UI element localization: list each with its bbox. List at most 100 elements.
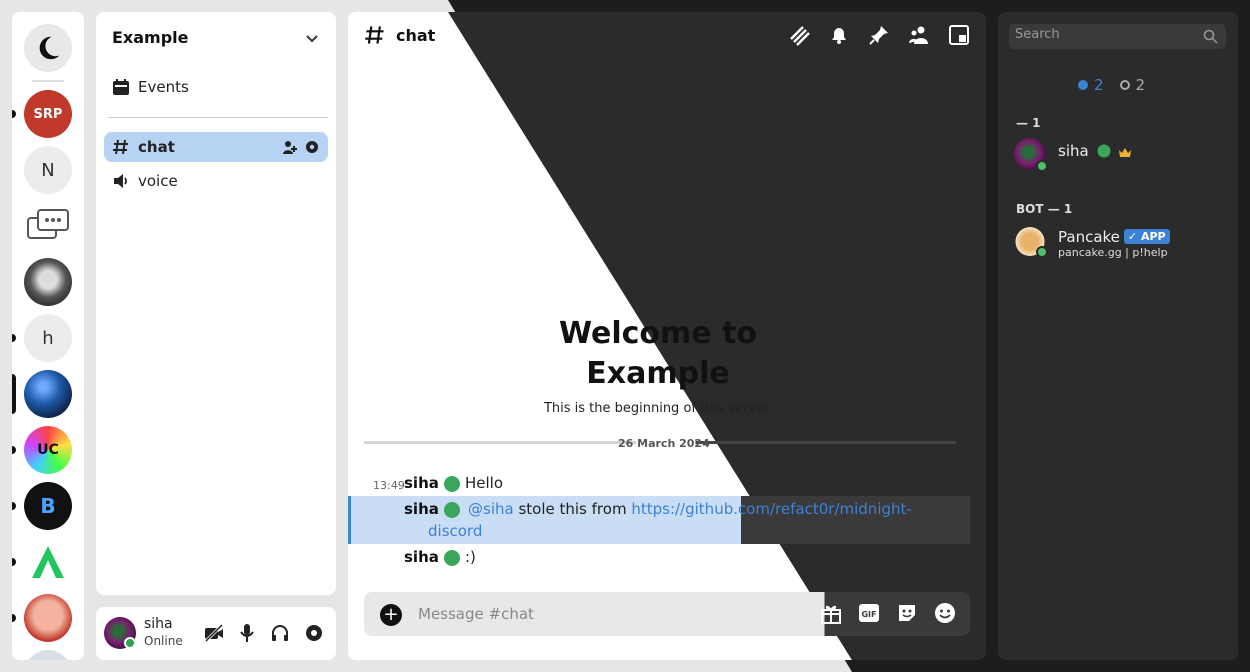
server-h[interactable]: h [24,314,72,362]
svg-text:GIF: GIF [861,610,876,619]
server-chat-bubbles[interactable] [24,202,72,250]
globe-icon [444,550,460,566]
welcome-line-2: Example [586,356,730,391]
server-face[interactable] [24,594,72,642]
events-item[interactable]: Events [112,78,189,96]
add-attachment-button[interactable]: + [380,604,402,626]
user-panel: siha Online [96,607,336,660]
server-green[interactable] [24,538,72,586]
guild-name[interactable]: Example [112,28,189,47]
member-item[interactable]: Pancake ✓ APP pancake.gg | p!help [1014,222,1224,262]
online-status-dot [1036,246,1048,258]
unread-pill [12,502,16,510]
chevron-down-icon[interactable] [304,30,320,46]
unread-pill [12,614,16,622]
inbox-icon[interactable] [948,24,970,46]
message[interactable]: 13:49 siha Hello [348,474,970,496]
unread-pill [12,446,16,454]
globe-icon [444,476,460,492]
member-name: Pancake ✓ APP [1058,228,1170,246]
server-rail: SRP N h UC B [12,12,84,660]
chat-panel: chat Welcome to Example This is the begi… [348,12,986,660]
channel-label: voice [138,172,178,190]
bell-icon[interactable] [828,24,850,46]
server-uc[interactable]: UC [24,426,72,474]
settings-gear-icon[interactable] [304,623,324,643]
date-divider-label: 26 March 2024 [618,437,710,450]
message-highlighted[interactable]: siha @siha stole this from https://githu… [348,496,970,544]
message[interactable]: siha :) [348,548,970,570]
member-group-title: — 1 [1016,116,1041,130]
server-b[interactable]: B [24,482,72,530]
online-dot-icon [1078,80,1088,90]
welcome-subtitle: This is the beginning of this server. [543,401,773,416]
app-badge: ✓ APP [1123,229,1170,244]
emoji-icon[interactable] [934,602,956,624]
online-count: 2 [1078,76,1104,94]
message-text: stole this from [518,500,627,518]
user-mention[interactable]: @siha [468,500,514,518]
member-activity: pancake.gg | p!help [1058,246,1168,259]
server-cat[interactable] [24,258,72,306]
gift-icon[interactable] [820,602,842,624]
welcome-line-1: Welcome to [558,316,758,351]
search-icon[interactable] [1203,29,1218,44]
threads-icon[interactable] [788,24,810,46]
search-box [1009,24,1226,49]
server-partial[interactable] [24,650,72,660]
headphones-icon[interactable] [270,623,290,643]
sidebar-divider [108,117,328,118]
gif-icon[interactable]: GIF [858,602,880,624]
search-input[interactable] [1015,27,1195,42]
unread-pill [12,558,16,566]
message-input[interactable] [418,602,778,626]
message-author[interactable]: siha [404,500,439,518]
globe-icon [1097,144,1111,158]
message-time: 13:49 [373,479,405,492]
channel-item-voice[interactable]: voice [104,166,328,196]
green-server-icon [32,546,64,578]
crown-icon [1119,148,1132,157]
channel-item-chat[interactable]: chat [104,132,328,162]
globe-icon [444,502,460,518]
channel-header: chat [364,24,435,46]
channel-sidebar: Example Events chat voice [96,12,336,595]
rail-separator [32,80,64,82]
online-status-dot [1036,160,1048,172]
channel-label: chat [138,138,175,156]
server-sphere[interactable] [24,370,72,418]
message-link-continued[interactable]: discord [428,522,482,540]
calendar-icon [113,79,129,95]
home-button[interactable] [24,24,72,72]
unread-pill [12,110,16,118]
message-composer: + GIF [364,592,970,636]
moon-icon [39,36,60,60]
message-author[interactable]: siha [404,474,439,492]
offline-dot-icon [1119,80,1130,90]
invite-icon[interactable] [282,139,298,155]
sticker-icon[interactable] [896,602,918,624]
message-author[interactable]: siha [404,548,439,566]
welcome-title: Welcome to Example [508,314,808,394]
member-list: 2 2 — 1 siha BOT — 1 Pancake✓ APP pancak… [998,12,1238,660]
hash-icon [365,26,384,44]
gear-icon[interactable] [304,139,320,155]
message-text: :) [465,548,476,566]
user-status: Online [144,634,183,648]
message-text: Hello [465,474,504,492]
unread-pill [12,334,16,342]
events-label: Events [138,78,189,96]
offline-count: 2 [1119,76,1145,94]
camera-off-icon[interactable] [204,623,224,643]
member-item[interactable]: siha [1014,136,1224,176]
member-group-title: BOT — 1 [1016,202,1073,216]
speaker-icon [114,174,127,188]
selected-pill [12,374,16,414]
channel-title: chat [396,25,436,45]
microphone-icon[interactable] [238,623,256,643]
pin-icon[interactable] [868,24,890,46]
message-link[interactable]: https://github.com/refact0r/midnight- [631,500,911,518]
members-icon[interactable] [908,24,930,46]
server-srp[interactable]: SRP [24,90,72,138]
server-n[interactable]: N [24,146,72,194]
